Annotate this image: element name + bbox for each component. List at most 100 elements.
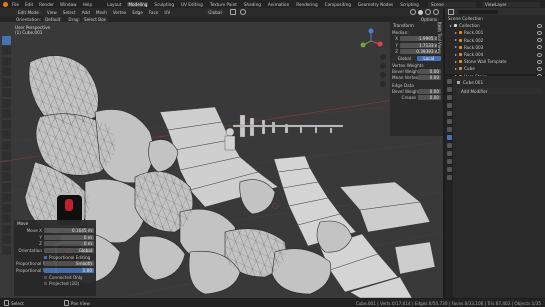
- expand-triangle-icon[interactable]: [455, 46, 457, 49]
- modifier-wrench-icon[interactable]: [446, 135, 452, 140]
- poly-build-tool[interactable]: [2, 182, 11, 192]
- menu-select[interactable]: Select: [63, 10, 76, 15]
- tab-geometry-nodes[interactable]: Geometry Nodes: [357, 2, 394, 7]
- shear-tool[interactable]: [2, 235, 11, 244]
- proportional-size-field[interactable]: Proportional Size1.00: [16, 267, 94, 274]
- tab-texture-paint[interactable]: Texture Paint: [209, 2, 238, 7]
- edge-bevel-field[interactable]: Bevel Weight 0.00: [392, 88, 441, 95]
- proportional-edit-icon[interactable]: [239, 9, 246, 15]
- connected-checkbox[interactable]: [44, 275, 47, 279]
- view-layer-selector[interactable]: ViewLayer: [482, 1, 540, 7]
- tab-layout[interactable]: Layout: [106, 2, 122, 7]
- median-y-field[interactable]: Y 1.7133 m: [392, 42, 441, 49]
- tab-tool[interactable]: Tool: [437, 32, 442, 41]
- visibility-eye-icon[interactable]: [537, 38, 542, 43]
- particles-props-icon[interactable]: [446, 143, 452, 148]
- tab-shading[interactable]: Shading: [243, 2, 262, 7]
- operator-title[interactable]: Move: [14, 220, 96, 227]
- rendered-shading-icon[interactable]: [433, 9, 439, 15]
- menu-view[interactable]: View: [47, 10, 57, 15]
- menu-window[interactable]: Window: [60, 2, 77, 7]
- scale-tool[interactable]: [2, 77, 11, 87]
- material-shading-icon[interactable]: [425, 9, 431, 15]
- 3d-viewport[interactable]: User Perspective (1) Cube.001 Transform …: [0, 22, 443, 298]
- knife-tool[interactable]: [2, 172, 11, 181]
- expand-triangle-icon[interactable]: [455, 67, 457, 70]
- add-modifier-button[interactable]: Add Modifier: [457, 88, 542, 94]
- tab-view[interactable]: View: [437, 41, 442, 52]
- bevel-weight-field[interactable]: Bevel Weight 0.00: [392, 68, 441, 75]
- loop-cut-tool[interactable]: [2, 161, 11, 171]
- transform-tool[interactable]: [2, 88, 11, 97]
- move-z-field[interactable]: Z0 m: [16, 241, 94, 247]
- menu-vertex[interactable]: Vertex: [113, 10, 126, 15]
- bevel-tool[interactable]: [2, 151, 11, 160]
- tab-compositing[interactable]: Compositing: [324, 2, 352, 7]
- navigation-gizmo[interactable]: [358, 28, 384, 54]
- view-layer-props-icon[interactable]: [446, 103, 452, 108]
- select-box-tool[interactable]: [2, 35, 11, 45]
- data-props-icon[interactable]: [446, 167, 452, 172]
- orientation-dropdown[interactable]: Global: [206, 9, 224, 15]
- move-y-field[interactable]: Y0 m: [16, 234, 94, 241]
- proportional-checkbox[interactable]: [44, 255, 47, 259]
- menu-help[interactable]: Help: [83, 2, 93, 7]
- world-props-icon[interactable]: [446, 119, 452, 124]
- tab-rendering[interactable]: Rendering: [295, 2, 318, 7]
- outliner-item[interactable]: Rock.003: [445, 44, 545, 51]
- outliner-item[interactable]: Collection: [445, 22, 545, 29]
- menu-file[interactable]: File: [12, 2, 19, 7]
- proportional-editing-row[interactable]: Proportional Editing: [16, 254, 94, 260]
- scene-props-icon[interactable]: [446, 111, 452, 116]
- local-button[interactable]: Local: [416, 55, 441, 61]
- measure-tool[interactable]: [2, 109, 11, 118]
- menu-add[interactable]: Add: [82, 10, 90, 15]
- outliner-search[interactable]: [458, 9, 498, 14]
- menu-face[interactable]: Face: [149, 10, 158, 15]
- transform-panel-header[interactable]: Transform: [390, 22, 443, 29]
- ortho-grid-icon[interactable]: [380, 81, 386, 87]
- expand-triangle-icon[interactable]: [450, 24, 452, 27]
- projected-checkbox[interactable]: [44, 281, 47, 285]
- zoom-icon[interactable]: [380, 54, 386, 60]
- add-cube-tool[interactable]: [2, 119, 11, 129]
- move-x-field[interactable]: Move X 0.1645 m: [16, 228, 94, 234]
- median-x-field[interactable]: X -1.9995 m: [392, 36, 441, 42]
- visibility-eye-icon[interactable]: [537, 23, 542, 28]
- inset-tool[interactable]: [2, 140, 11, 150]
- extrude-tool[interactable]: [2, 130, 11, 139]
- rotate-tool[interactable]: [2, 67, 11, 76]
- pan-hand-icon[interactable]: [380, 63, 386, 69]
- smooth-tool[interactable]: [2, 203, 11, 213]
- constraints-props-icon[interactable]: [446, 159, 452, 164]
- spin-tool[interactable]: [2, 193, 11, 202]
- projected-row[interactable]: Projected (2D): [16, 280, 94, 286]
- tab-sculpting[interactable]: Sculpting: [153, 2, 175, 7]
- drag-value[interactable]: Select Box: [81, 16, 109, 22]
- wireframe-shading-icon[interactable]: [410, 9, 416, 15]
- mean-crease-field[interactable]: Mean Vertex Crease0.00: [392, 75, 441, 81]
- output-props-icon[interactable]: [446, 95, 452, 100]
- visibility-eye-icon[interactable]: [537, 59, 542, 64]
- tab-item[interactable]: Item: [437, 22, 442, 32]
- blender-logo-icon[interactable]: [3, 1, 8, 7]
- scene-selector[interactable]: Scene: [428, 1, 476, 7]
- outliner-item[interactable]: Rock.004: [445, 51, 545, 58]
- material-props-icon[interactable]: [446, 175, 452, 180]
- expand-triangle-icon[interactable]: [455, 31, 457, 34]
- menu-edit[interactable]: Edit: [25, 2, 33, 7]
- outliner-scene-collection[interactable]: Scene Collection: [445, 15, 545, 22]
- object-props-icon[interactable]: [446, 127, 452, 132]
- expand-triangle-icon[interactable]: [455, 60, 457, 63]
- tab-scripting[interactable]: Scripting: [399, 2, 420, 7]
- menu-uv[interactable]: UV: [164, 10, 170, 15]
- solid-shading-icon[interactable]: [418, 9, 423, 15]
- visibility-eye-icon[interactable]: [537, 45, 542, 50]
- visibility-eye-icon[interactable]: [537, 52, 542, 57]
- physics-props-icon[interactable]: [446, 151, 452, 156]
- outliner-item[interactable]: Rock.001: [445, 29, 545, 36]
- shrink-fatten-tool[interactable]: [2, 224, 11, 234]
- menu-edge[interactable]: Edge: [132, 10, 143, 15]
- falloff-field[interactable]: Proportional FalloffSmooth: [16, 261, 94, 267]
- edge-data-header[interactable]: Edge Data: [392, 83, 441, 88]
